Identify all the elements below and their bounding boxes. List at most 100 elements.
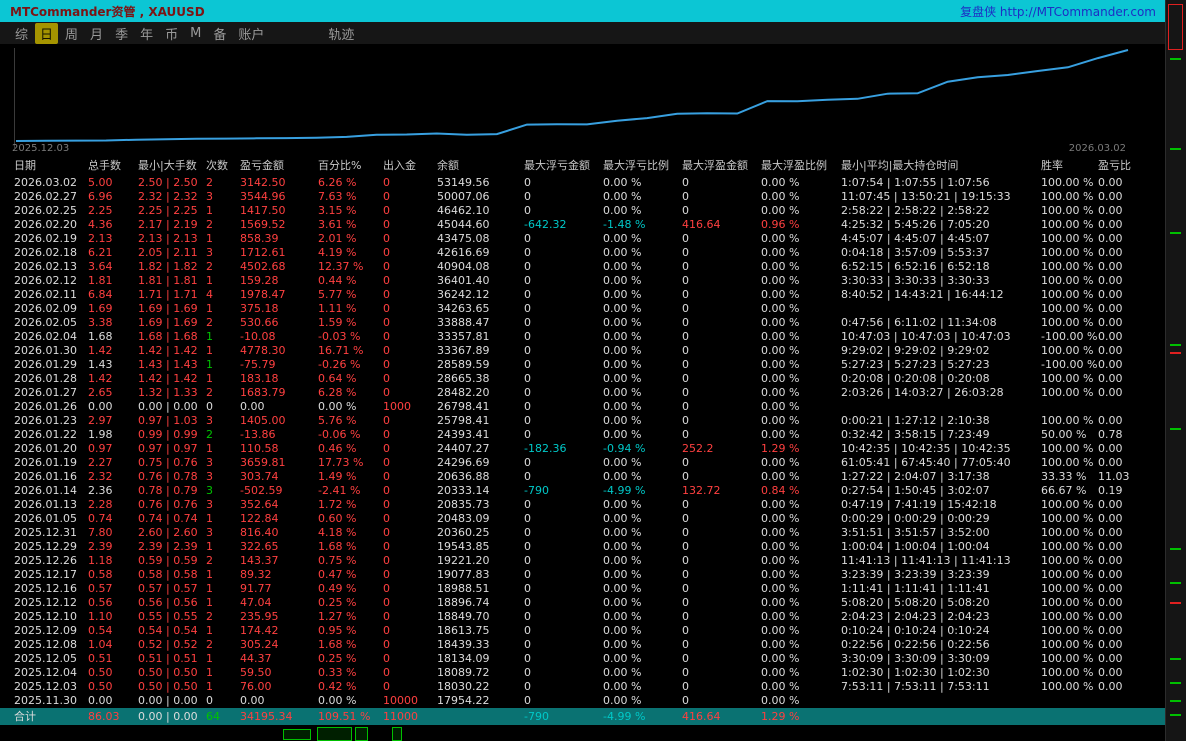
table-row[interactable]: 2026.03.02 5.00 2.50 | 2.50 2 3142.50 6.26 % 0…: [0, 176, 1166, 190]
table-row[interactable]: 2026.02.18 6.21 2.05 | 2.11 3 1712.61 4.19 % 0…: [0, 246, 1166, 260]
table-row[interactable]: 2025.12.12 0.56 0.56 | 0.56 1 47.04 0.25 % 0 18…: [0, 596, 1166, 610]
table-cell: 1.42: [88, 344, 113, 357]
table-row[interactable]: 2025.12.05 0.51 0.51 | 0.51 1 44.37 0.25 % 0 18…: [0, 652, 1166, 666]
column-header-6: 百分比%: [318, 159, 362, 172]
table-row[interactable]: 2026.02.09 1.69 1.69 | 1.69 1 375.18 1.11 % 0 3…: [0, 302, 1166, 316]
table-row[interactable]: 2026.01.26 0.00 0.00 | 0.00 0 0.00 0.00 % 1000…: [0, 400, 1166, 414]
table-cell: 19077.83: [437, 568, 490, 581]
table-cell: 10:47:03 | 10:47:03 | 10:47:03: [841, 330, 1011, 343]
table-row[interactable]: 2025.12.10 1.10 0.55 | 0.55 2 235.95 1.27 % 0 1…: [0, 610, 1166, 624]
table-row[interactable]: 2025.12.03 0.50 0.50 | 0.50 1 76.00 0.42 % 0 18…: [0, 680, 1166, 694]
table-cell: 0.00: [1098, 232, 1123, 245]
table-cell: 2026.01.16: [14, 470, 77, 483]
table-cell: 1: [206, 582, 213, 595]
table-cell: 0.00 %: [761, 554, 800, 567]
table-cell: 1:07:54 | 1:07:55 | 1:07:56: [841, 176, 990, 189]
table-cell: 2026.02.09: [14, 302, 77, 315]
table-row[interactable]: 2025.12.16 0.57 0.57 | 0.57 1 91.77 0.49 % 0 18…: [0, 582, 1166, 596]
table-cell: 0.55 | 0.55: [138, 610, 198, 623]
table-row[interactable]: 2026.01.29 1.43 1.43 | 1.43 1 -75.79 -0.26 % 0…: [0, 358, 1166, 372]
table-cell: 0.00 %: [603, 568, 642, 581]
table-cell: 0: [524, 274, 531, 287]
table-row[interactable]: 2026.01.13 2.28 0.76 | 0.76 3 352.64 1.72 % 0 2…: [0, 498, 1166, 512]
table-row[interactable]: 2026.02.04 1.68 1.68 | 1.68 1 -10.08 -0.03 % 0…: [0, 330, 1166, 344]
table-row[interactable]: 2025.12.31 7.80 2.60 | 2.60 3 816.40 4.18 % 0 2…: [0, 526, 1166, 540]
table-row[interactable]: 2026.02.13 3.64 1.82 | 1.82 2 4502.68 12.37 %…: [0, 260, 1166, 274]
table-cell: 0: [383, 666, 390, 679]
table-cell: 100.00 %: [1041, 176, 1094, 189]
menu-item-9[interactable]: 备: [208, 23, 231, 44]
table-cell: 0.00 %: [761, 470, 800, 483]
table-cell: 100.00 %: [1041, 274, 1094, 287]
table-cell: 33367.89: [437, 344, 490, 357]
table-cell: -75.79: [240, 358, 276, 371]
menu-item-5[interactable]: 季: [110, 23, 133, 44]
table-cell: 0.00: [1098, 680, 1123, 693]
table-cell: 18439.33: [437, 638, 490, 651]
total-cell: -4.99 %: [603, 710, 646, 723]
menu-item-2[interactable]: 日: [35, 22, 59, 44]
table-row[interactable]: 2026.02.19 2.13 2.13 | 2.13 1 858.39 2.01 % 0 4…: [0, 232, 1166, 246]
table-cell: -100.00 %: [1041, 358, 1098, 371]
table-cell: 0.00: [1098, 344, 1123, 357]
table-cell: 3.38: [88, 316, 113, 329]
table-row[interactable]: 2026.01.27 2.65 1.32 | 1.33 2 1683.79 6.28 % 0…: [0, 386, 1166, 400]
table-cell: 0: [524, 190, 531, 203]
table-cell: 0:47:19 | 7:41:19 | 15:42:18: [841, 498, 997, 511]
table-row[interactable]: 2025.12.09 0.54 0.54 | 0.54 1 174.42 0.95 % 0 1…: [0, 624, 1166, 638]
table-cell: 305.24: [240, 638, 279, 651]
menu-item-7[interactable]: 币: [160, 23, 183, 44]
table-row[interactable]: 2026.02.27 6.96 2.32 | 2.32 3 3544.96 7.63 % 0…: [0, 190, 1166, 204]
menu-item-8[interactable]: M: [185, 25, 206, 42]
table-cell: 0:47:56 | 6:11:02 | 11:34:08: [841, 316, 997, 329]
table-cell: 0.00: [1098, 442, 1123, 455]
menu-item-4[interactable]: 月: [85, 23, 108, 44]
table-cell: 5.00: [88, 176, 113, 189]
price-scale-tick: [1170, 58, 1181, 60]
table-row[interactable]: 2026.02.05 3.38 1.69 | 1.69 2 530.66 1.59 % 0 3…: [0, 316, 1166, 330]
menu-item-10[interactable]: 账户: [233, 23, 269, 44]
table-row[interactable]: 2026.01.20 0.97 0.97 | 0.97 1 110.58 0.46 % 0 2…: [0, 442, 1166, 456]
table-cell: 0.96 %: [761, 218, 800, 231]
table-cell: 17.73 %: [318, 456, 364, 469]
table-cell: 0.50 | 0.50: [138, 666, 198, 679]
table-cell: 20636.88: [437, 470, 490, 483]
table-row[interactable]: 2026.01.23 2.97 0.97 | 1.03 3 1405.00 5.76 % 0…: [0, 414, 1166, 428]
table-row[interactable]: 2025.12.17 0.58 0.58 | 0.58 1 89.32 0.47 % 0 19…: [0, 568, 1166, 582]
menu-item-trail[interactable]: 轨迹: [323, 23, 359, 44]
table-row[interactable]: 2026.01.16 2.32 0.76 | 0.78 3 303.74 1.49 % 0 2…: [0, 470, 1166, 484]
right-edge-strip: [1165, 0, 1186, 741]
table-row[interactable]: 2025.12.08 1.04 0.52 | 0.52 2 305.24 1.68 % 0 1…: [0, 638, 1166, 652]
menu-item-3[interactable]: 周: [60, 23, 83, 44]
table-cell: 100.00 %: [1041, 302, 1094, 315]
table-cell: 1.69 | 1.69: [138, 302, 198, 315]
table-cell: 2026.01.20: [14, 442, 77, 455]
table-row[interactable]: 2025.11.30 0.00 0.00 | 0.00 0 0.00 0.00 % 1000…: [0, 694, 1166, 708]
menu-item-1[interactable]: 综: [10, 23, 33, 44]
table-cell: 11:07:45 | 13:50:21 | 19:15:33: [841, 190, 1011, 203]
table-row[interactable]: 2025.12.04 0.50 0.50 | 0.50 1 59.50 0.33 % 0 18…: [0, 666, 1166, 680]
table-cell: 0.00 %: [761, 512, 800, 525]
table-cell: 11:41:13 | 11:41:13 | 11:41:13: [841, 554, 1011, 567]
table-row[interactable]: 2026.01.22 1.98 0.99 | 0.99 2 -13.86 -0.06 % 0…: [0, 428, 1166, 442]
table-cell: [841, 302, 1041, 316]
table-cell: 2.32: [88, 470, 113, 483]
table-row[interactable]: 2025.12.29 2.39 2.39 | 2.39 1 322.65 1.68 % 0 1…: [0, 540, 1166, 554]
brand-link[interactable]: 复盘侠 http://MTCommander.com: [960, 3, 1156, 20]
table-row[interactable]: 2026.01.19 2.27 0.75 | 0.76 3 3659.81 17.73 %…: [0, 456, 1166, 470]
table-row[interactable]: 2025.12.26 1.18 0.59 | 0.59 2 143.37 0.75 % 0 1…: [0, 554, 1166, 568]
table-cell: 0: [524, 470, 531, 483]
table-cell: 0: [383, 554, 390, 567]
table-row[interactable]: 2026.02.20 4.36 2.17 | 2.19 2 1569.52 3.61 % 0…: [0, 218, 1166, 232]
menu-item-6[interactable]: 年: [135, 23, 158, 44]
table-row[interactable]: 2026.02.25 2.25 2.25 | 2.25 1 1417.50 3.15 % 0…: [0, 204, 1166, 218]
table-cell: 1.10: [88, 610, 113, 623]
table-row[interactable]: 2026.01.14 2.36 0.78 | 0.79 3 -502.59 -2.41 %…: [0, 484, 1166, 498]
table-row[interactable]: 2026.02.11 6.84 1.71 | 1.71 4 1978.47 5.77 % 0…: [0, 288, 1166, 302]
table-cell: 0:22:56 | 0:22:56 | 0:22:56: [841, 638, 990, 651]
table-row[interactable]: 2026.01.28 1.42 1.42 | 1.42 1 183.18 0.64 % 0 2…: [0, 372, 1166, 386]
table-cell: 2026.01.23: [14, 414, 77, 427]
table-row[interactable]: 2026.02.12 1.81 1.81 | 1.81 1 159.28 0.44 % 0 3…: [0, 274, 1166, 288]
table-row[interactable]: 2026.01.30 1.42 1.42 | 1.42 1 4778.30 16.71 %…: [0, 344, 1166, 358]
table-row[interactable]: 2026.01.05 0.74 0.74 | 0.74 1 122.84 0.60 % 0 2…: [0, 512, 1166, 526]
